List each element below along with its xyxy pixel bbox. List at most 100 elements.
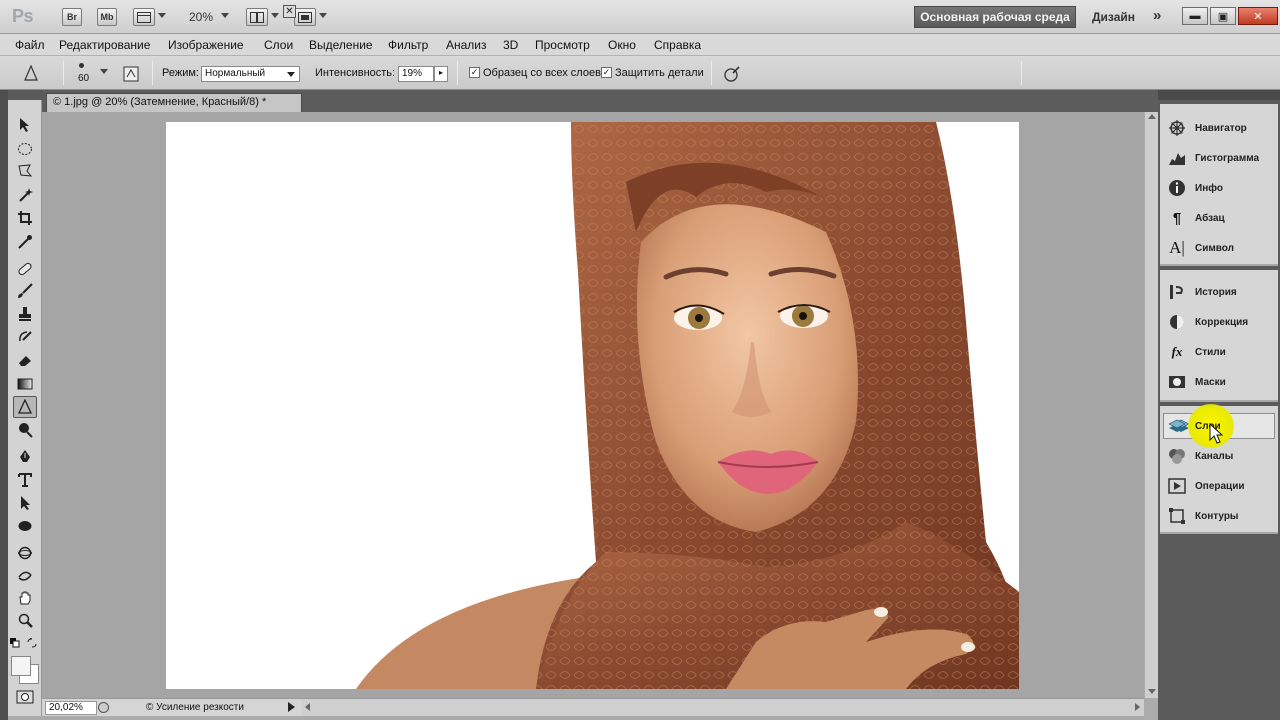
swap-colors-button[interactable] <box>27 637 37 648</box>
dodge-tool[interactable] <box>13 419 37 441</box>
scroll-up-icon[interactable] <box>1148 114 1156 119</box>
type-tool[interactable] <box>13 469 37 491</box>
status-menu-arrow-icon[interactable] <box>288 702 295 712</box>
3d-orbit-tool[interactable] <box>13 565 37 587</box>
chevron-down-icon[interactable] <box>271 13 279 18</box>
more-workspaces-button[interactable]: » <box>1153 7 1162 24</box>
intensity-slider-button[interactable]: ▸ <box>434 66 448 82</box>
clone-stamp-tool[interactable] <box>13 303 37 325</box>
burn-tool[interactable] <box>13 396 37 418</box>
panel-paths[interactable]: Контуры <box>1160 503 1278 529</box>
status-zoom-input[interactable]: 20,02% <box>45 701 97 715</box>
menu-window[interactable]: Окно <box>608 38 636 52</box>
3d-rotate-tool[interactable] <box>13 542 37 564</box>
quick-selection-tool[interactable] <box>13 184 37 206</box>
actions-icon <box>1168 478 1186 494</box>
close-button[interactable]: ✕ <box>1238 7 1278 25</box>
shape-tool[interactable] <box>13 515 37 537</box>
history-brush-tool[interactable] <box>13 326 37 348</box>
gradient-icon <box>17 378 33 390</box>
brush-tool[interactable] <box>13 280 37 302</box>
tablet-pressure-button[interactable] <box>721 64 743 84</box>
marquee-tool[interactable] <box>13 138 37 160</box>
brush-picker[interactable]: 60 <box>73 62 97 86</box>
crop-tool[interactable] <box>13 207 37 229</box>
canvas-area[interactable] <box>42 112 1144 698</box>
document-tab[interactable]: © 1.jpg @ 20% (Затемнение, Красный/8) * <box>46 93 302 112</box>
tool-preset-picker[interactable] <box>20 64 42 84</box>
panel-navigator[interactable]: Навигатор <box>1160 115 1278 141</box>
hand-tool[interactable] <box>13 587 37 609</box>
toolbox-grip[interactable] <box>8 90 42 100</box>
minimize-button[interactable]: ▬ <box>1182 7 1208 25</box>
chevron-down-icon[interactable] <box>158 13 166 18</box>
scroll-right-icon[interactable] <box>1135 703 1140 711</box>
panel-actions[interactable]: Операции <box>1160 473 1278 499</box>
mode-label: Режим: <box>162 67 199 79</box>
zoom-tool[interactable] <box>13 610 37 632</box>
panel-paragraph[interactable]: ¶ Абзац <box>1160 205 1278 231</box>
arrange-documents-button[interactable] <box>246 8 268 26</box>
scroll-down-icon[interactable] <box>1148 689 1156 694</box>
protect-detail-checkbox[interactable]: ✓ <box>601 67 612 78</box>
eyedropper-tool[interactable] <box>13 231 37 253</box>
quick-mask-button[interactable] <box>14 690 36 704</box>
chevron-down-icon[interactable] <box>221 13 229 18</box>
paragraph-icon: ¶ <box>1172 209 1182 227</box>
sample-all-layers-checkbox[interactable]: ✓ <box>469 67 480 78</box>
panel-info[interactable]: Инфо <box>1160 175 1278 201</box>
minibridge-button[interactable]: Mb <box>97 8 117 26</box>
move-tool[interactable] <box>13 114 37 136</box>
scroll-left-icon[interactable] <box>305 703 310 711</box>
lasso-tool[interactable] <box>13 160 37 182</box>
chevron-down-icon[interactable] <box>319 13 327 18</box>
panel-styles[interactable]: fx Стили <box>1160 339 1278 365</box>
menu-3d[interactable]: 3D <box>503 38 518 52</box>
menu-view[interactable]: Просмотр <box>535 38 590 52</box>
menu-layer[interactable]: Слои <box>264 38 293 52</box>
history-icon <box>1170 285 1183 299</box>
menu-select[interactable]: Выделение <box>309 38 373 52</box>
panel-channels[interactable]: Каналы <box>1160 443 1278 469</box>
document-canvas[interactable] <box>166 122 1019 689</box>
panel-info-label: Инфо <box>1195 182 1223 194</box>
panel-masks[interactable]: Маски <box>1160 369 1278 395</box>
menu-edit[interactable]: Редактирование <box>59 38 150 52</box>
panel-character[interactable]: A| Символ <box>1160 235 1278 261</box>
default-colors-button[interactable] <box>10 637 20 648</box>
brush-panel-toggle[interactable] <box>120 64 142 84</box>
vertical-scrollbar[interactable] <box>1144 112 1158 698</box>
bridge-button[interactable]: Br <box>62 8 82 26</box>
chevron-down-icon[interactable] <box>100 69 108 74</box>
menu-analysis[interactable]: Анализ <box>446 38 487 52</box>
menu-filter[interactable]: Фильтр <box>388 38 428 52</box>
zoom-level[interactable]: 20% <box>189 10 213 24</box>
menu-image[interactable]: Изображение <box>168 38 244 52</box>
design-workspace-link[interactable]: Дизайн <box>1092 10 1135 24</box>
status-info-text: © Усиление резкости <box>146 702 244 713</box>
eraser-tool[interactable] <box>13 349 37 371</box>
mode-select[interactable]: Нормальный <box>201 66 300 82</box>
path-selection-tool[interactable] <box>13 492 37 514</box>
toolbox <box>8 90 42 716</box>
foreground-color-swatch[interactable] <box>11 656 31 676</box>
gradient-tool[interactable] <box>13 373 37 395</box>
document-tab-bar: © 1.jpg @ 20% (Затемнение, Красный/8) * <box>42 90 1158 112</box>
pen-tool[interactable] <box>13 446 37 468</box>
panel-adjustments[interactable]: Коррекция <box>1160 309 1278 335</box>
panel-histogram[interactable]: Гистограмма <box>1160 145 1278 171</box>
close-document-button[interactable]: ✕ <box>283 5 296 18</box>
intensity-input[interactable]: 19% <box>398 66 434 82</box>
menu-file[interactable]: Файл <box>15 38 45 52</box>
workspace-switcher-button[interactable]: Основная рабочая среда <box>914 6 1076 28</box>
panel-history[interactable]: История <box>1160 279 1278 305</box>
menu-help[interactable]: Справка <box>654 38 701 52</box>
screen-mode-button[interactable] <box>294 8 316 26</box>
maximize-button[interactable]: ▣ <box>1210 7 1236 25</box>
view-extras-button[interactable] <box>133 8 155 26</box>
healing-brush-tool[interactable] <box>13 258 37 280</box>
panel-dock-header[interactable] <box>1158 90 1280 100</box>
hand-icon <box>19 591 31 605</box>
horizontal-scrollbar[interactable] <box>302 698 1144 716</box>
status-info-icon[interactable] <box>98 702 109 713</box>
